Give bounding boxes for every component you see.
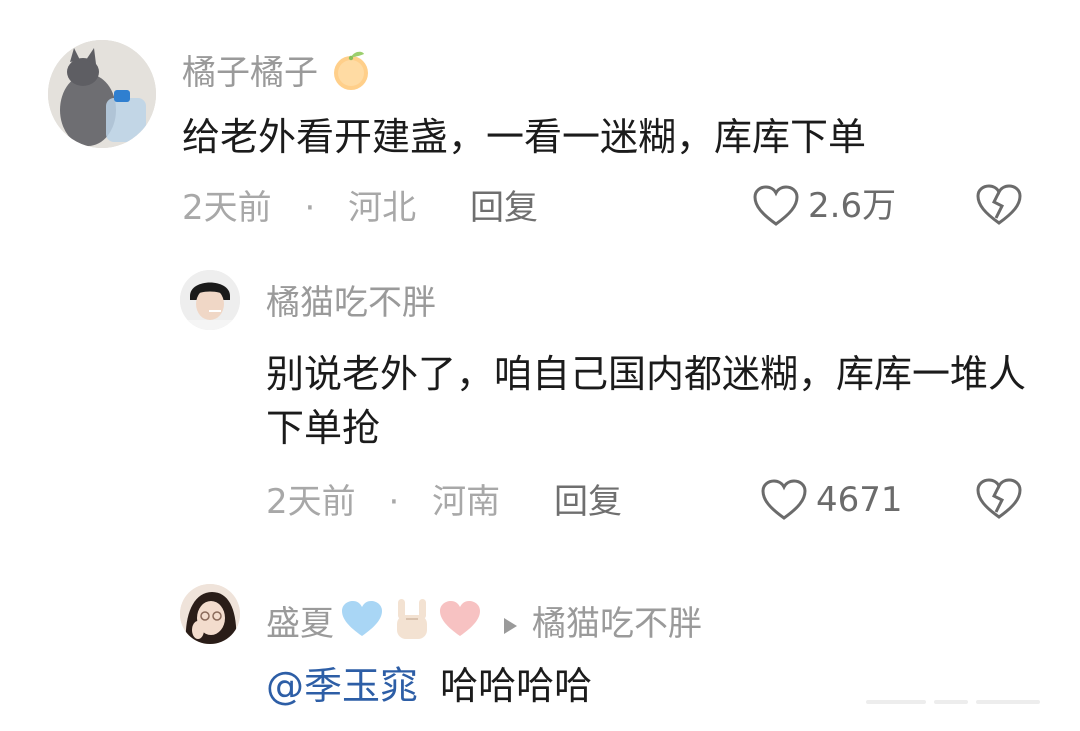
light-blue-heart-icon (340, 599, 384, 648)
comment-meta: 2天前 · 河北 (182, 188, 416, 228)
like-count: 2.6万 (808, 186, 897, 226)
comment-author-line: 盛夏 橘猫吃不胖 (266, 597, 702, 650)
comment-author[interactable]: 橘猫吃不胖 (266, 283, 436, 323)
mention-link[interactable]: @季玉窕 (266, 664, 418, 708)
like-button[interactable]: 2.6万 (752, 182, 896, 230)
comment-time: 2天前 (182, 188, 272, 228)
meta-separator: · (304, 188, 316, 228)
author-name[interactable]: 橘子橘子 (182, 53, 318, 93)
reply-target[interactable]: 橘猫吃不胖 (532, 604, 702, 644)
reply-button[interactable]: 回复 (470, 188, 538, 228)
comment-location: 河北 (348, 188, 417, 228)
comment-text-body: 哈哈哈哈 (440, 664, 593, 708)
heart-outline-icon (752, 184, 800, 228)
comment-author[interactable]: 橘子橘子 (182, 48, 373, 101)
like-count: 4671 (816, 480, 903, 520)
comment-text: @季玉窕 哈哈哈哈 (266, 659, 1046, 713)
avatar[interactable] (180, 584, 240, 644)
reply-arrow-icon (502, 604, 518, 644)
meta-separator: · (388, 482, 400, 522)
avatar[interactable] (180, 270, 240, 330)
comment-location: 河南 (432, 482, 501, 522)
avatar[interactable] (48, 40, 156, 148)
dislike-button[interactable] (974, 182, 1024, 228)
comment-meta: 2天前 · 河南 (266, 482, 500, 522)
pink-heart-icon (438, 599, 482, 648)
heart-outline-icon (760, 478, 808, 522)
comment-time: 2天前 (266, 482, 356, 522)
reply-button[interactable]: 回复 (554, 482, 622, 522)
tangerine-icon (329, 48, 373, 101)
broken-heart-icon (974, 184, 1024, 232)
broken-heart-icon (974, 478, 1024, 526)
comment-text: 别说老外了，咱自己国内都迷糊，库库一堆人下单抢 (266, 352, 1027, 450)
like-button[interactable]: 4671 (760, 476, 903, 524)
comment-author[interactable]: 盛夏 (266, 604, 334, 644)
dislike-button[interactable] (974, 476, 1024, 522)
rock-hand-icon (394, 597, 430, 650)
comment-text: 给老外看开建盏，一看一迷糊，库库下单 (182, 115, 867, 159)
